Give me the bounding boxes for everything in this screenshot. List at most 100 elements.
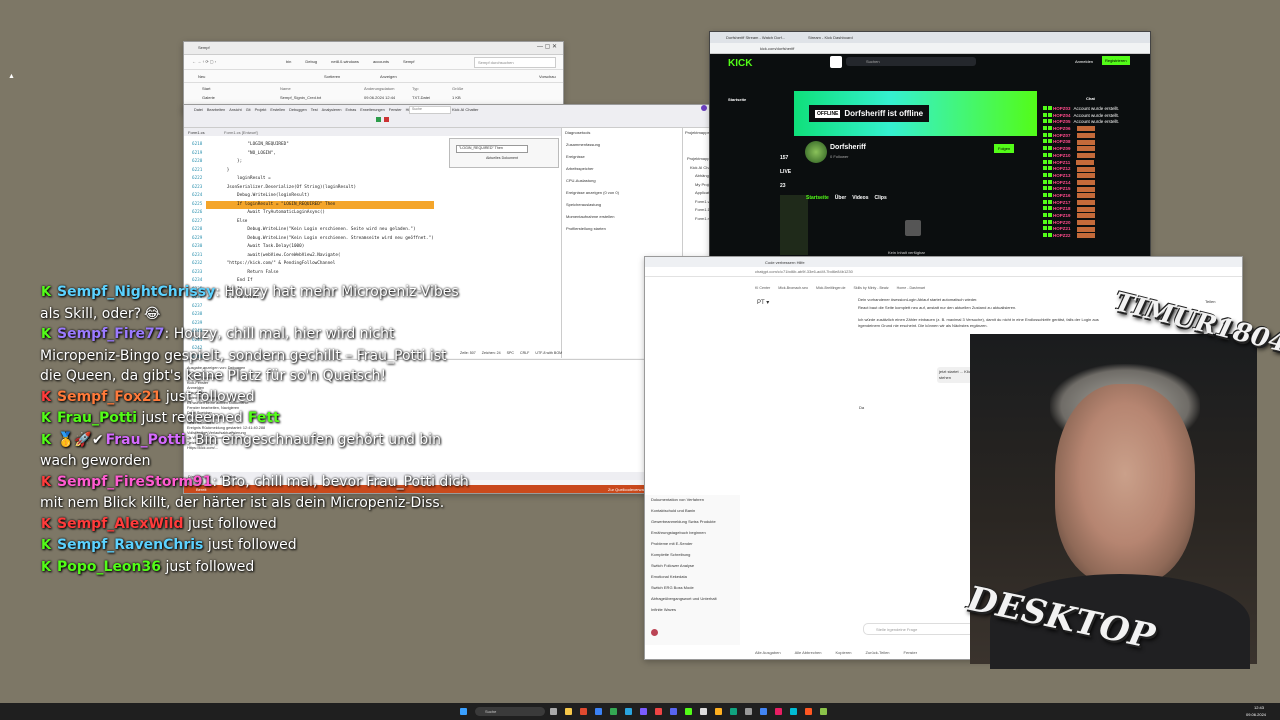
find-scope[interactable]: Aktuelles Dokument bbox=[486, 156, 518, 160]
menu-item[interactable]: Extras bbox=[346, 108, 357, 112]
run-icon[interactable] bbox=[376, 117, 381, 122]
tab-kick-stream[interactable]: Dorfsheriff Stream - Watch Dorf... bbox=[726, 35, 785, 40]
chat-username[interactable]: HOPZ18 bbox=[1053, 206, 1071, 211]
chat-username[interactable]: HOPZ14 bbox=[1053, 180, 1071, 185]
share-button[interactable]: Teilen bbox=[1205, 299, 1215, 304]
sidebar-home[interactable]: Startseite bbox=[728, 97, 746, 102]
sidebar-thumbnails[interactable] bbox=[780, 195, 808, 255]
menu-item[interactable]: Test bbox=[311, 108, 318, 112]
history-item[interactable]: Gewerbeanmeldung Swiss Produkte bbox=[651, 519, 717, 524]
bookmark[interactable]: KI Center bbox=[755, 286, 770, 290]
chat-username[interactable]: HOPZ21 bbox=[1053, 226, 1071, 231]
chat-username[interactable]: HOPZ05 bbox=[1053, 119, 1071, 124]
nav-start[interactable]: Start bbox=[202, 86, 210, 91]
chat-username[interactable]: HOPZ22 bbox=[1053, 233, 1071, 238]
find-input[interactable]: "LOGIN_REQUIRED" Then bbox=[456, 145, 528, 153]
kick-url[interactable]: kick.com/dorfsheriff bbox=[760, 46, 794, 51]
history-item[interactable]: Dokumentation von Verfahren bbox=[651, 497, 717, 502]
chat-username[interactable]: HOPZ20 bbox=[1053, 220, 1071, 225]
breadcrumb-item[interactable]: net8.0-windows bbox=[331, 59, 359, 64]
menu-item[interactable]: Git bbox=[246, 108, 251, 112]
tab-kick-dashboard[interactable]: Stream - Kick Dashboard bbox=[808, 35, 853, 40]
col-name[interactable]: Name bbox=[280, 86, 291, 91]
app-icon-9[interactable] bbox=[790, 708, 797, 715]
breadcrumb-item[interactable]: bin bbox=[286, 59, 291, 64]
bookmark[interactable]: Mick-Bromach.seo bbox=[778, 286, 808, 290]
chat-username[interactable]: HOPZ13 bbox=[1053, 173, 1071, 178]
window-controls[interactable]: — ▢ ✕ bbox=[537, 43, 557, 50]
bookmark[interactable]: Mick-Breitlinger.de bbox=[816, 286, 846, 290]
chat-username[interactable]: HOPZ16 bbox=[1053, 193, 1071, 198]
explorer-tab-title[interactable]: Sempf bbox=[198, 45, 210, 50]
login-button[interactable]: Anmelden bbox=[1075, 59, 1093, 64]
diag-item[interactable]: Profilerstellung starten bbox=[566, 226, 619, 231]
register-button[interactable]: Registrieren bbox=[1102, 56, 1130, 65]
chat-username[interactable]: HOPZ04 bbox=[1053, 113, 1071, 118]
channel-tab[interactable]: Clips bbox=[875, 195, 887, 201]
nav-arrows[interactable]: ← → ↑ ⟳ ▢ › bbox=[192, 59, 216, 64]
col-size[interactable]: Größe bbox=[452, 86, 463, 91]
obs-icon[interactable] bbox=[700, 708, 707, 715]
vs-search-input[interactable]: Suche bbox=[409, 106, 451, 114]
kick-vine-icon[interactable] bbox=[830, 56, 842, 68]
chat-username[interactable]: HOPZ11 bbox=[1053, 160, 1070, 165]
menu-item[interactable]: Fenster bbox=[389, 108, 402, 112]
clock-date[interactable]: 09.06.2024 bbox=[1246, 712, 1266, 717]
chat-username[interactable]: HOPZ17 bbox=[1053, 200, 1071, 205]
app-icon-7[interactable] bbox=[760, 708, 767, 715]
chrome-icon[interactable] bbox=[610, 708, 617, 715]
file-row[interactable]: Sempf_Signin_Cred.txt 09.06.2024 12:44 T… bbox=[280, 95, 480, 102]
footer-item[interactable]: Fenster bbox=[904, 650, 918, 655]
diag-item[interactable]: Speicherauslastung bbox=[566, 202, 619, 207]
stop-icon[interactable] bbox=[384, 117, 389, 122]
channel-avatar[interactable] bbox=[805, 141, 827, 163]
history-item[interactable]: Probleme mit E-Sender bbox=[651, 541, 717, 546]
app-icon-8[interactable] bbox=[775, 708, 782, 715]
breadcrumb-item[interactable]: Sempf bbox=[403, 59, 415, 64]
discord-icon[interactable] bbox=[670, 708, 677, 715]
diag-item[interactable]: Arbeitsspeicher bbox=[566, 166, 619, 171]
chat-username[interactable]: HOPZ15 bbox=[1053, 186, 1071, 191]
chat-username[interactable]: HOPZ07 bbox=[1053, 133, 1071, 138]
footer-item[interactable]: Zurück-Teilen bbox=[866, 650, 890, 655]
diag-item[interactable]: CPU-Auslastung bbox=[566, 178, 619, 183]
tab-gpt[interactable]: Code verbessern Hilfe bbox=[765, 260, 805, 265]
history-item[interactable]: Switch ERG Boss Mode bbox=[651, 585, 717, 590]
menu-item[interactable]: Bearbeiten bbox=[207, 108, 225, 112]
preview-button[interactable]: Vorschau bbox=[539, 74, 556, 79]
channel-tab[interactable]: Über bbox=[835, 195, 846, 201]
sidebar-count[interactable]: 157 bbox=[780, 155, 791, 161]
channel-tab[interactable]: Startseite bbox=[806, 195, 829, 201]
folder-icon[interactable] bbox=[565, 708, 572, 715]
history-item[interactable]: Abfrageübergangswort und Unterhalt bbox=[651, 596, 717, 601]
menu-item[interactable]: Analysieren bbox=[322, 108, 342, 112]
kick-logo[interactable]: KICK bbox=[728, 58, 752, 69]
chat-username[interactable]: HOPZ08 bbox=[1053, 139, 1071, 144]
chat-username[interactable]: HOPZ06 bbox=[1053, 126, 1071, 131]
chat-username[interactable]: HOPZ19 bbox=[1053, 213, 1071, 218]
chat-username[interactable]: HOPZ03 bbox=[1053, 106, 1071, 111]
diag-item[interactable]: Momentaufnahme erstellen bbox=[566, 214, 619, 219]
view-button[interactable]: Anzeigen bbox=[380, 74, 397, 79]
menu-item[interactable]: Erweiterungen bbox=[360, 108, 384, 112]
bookmark[interactable]: Skills by Minty - Beatz bbox=[854, 286, 889, 290]
new-button[interactable]: Neu bbox=[198, 74, 205, 79]
app-icon-3[interactable] bbox=[625, 708, 632, 715]
app-icon-2[interactable] bbox=[595, 708, 602, 715]
taskbar-search[interactable]: Suche bbox=[475, 707, 545, 716]
history-item[interactable]: Infinite Waves bbox=[651, 607, 717, 612]
user-avatar[interactable] bbox=[651, 629, 658, 636]
diag-item[interactable]: Ereignisse anzeigen (0 von 0) bbox=[566, 190, 619, 195]
explorer-search-input[interactable]: Sempf durchsuchen bbox=[474, 57, 556, 68]
gpt-url[interactable]: chatgpt.com/c/c71bd6b-ab9f-33e6-ad4f-7bd… bbox=[755, 269, 853, 274]
history-item[interactable]: Ernährungstagebuch beginnen bbox=[651, 530, 717, 535]
chat-username[interactable]: HOPZ12 bbox=[1053, 166, 1071, 171]
diag-item[interactable]: Zusammenfassung bbox=[566, 142, 619, 147]
breadcrumb-item[interactable]: Debug bbox=[305, 59, 317, 64]
menu-item[interactable]: Debuggen bbox=[289, 108, 307, 112]
app-icon-1[interactable] bbox=[580, 708, 587, 715]
visual-studio-icon[interactable] bbox=[640, 708, 647, 715]
menu-item[interactable]: Projekt bbox=[255, 108, 267, 112]
menu-item[interactable]: Erstellen bbox=[270, 108, 285, 112]
history-item[interactable]: Switch Follower Analyse bbox=[651, 563, 717, 568]
